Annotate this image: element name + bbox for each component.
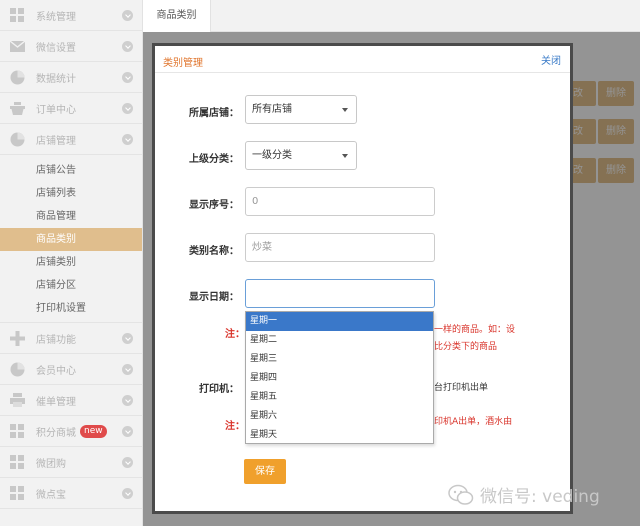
chevron-down-icon [122,333,133,344]
display-order-label: 显示序号： [189,200,239,211]
weekday-option[interactable]: 星期六 [246,407,433,426]
tab-bar: 商品类别 [143,0,640,32]
pie-chart-icon [10,362,25,377]
store-select[interactable]: 所有店铺 [245,95,357,124]
store-submenu: 店铺公告 店铺列表 商品管理 商品类别 店铺类别 店铺分区 打印机设置 [0,155,142,323]
watermark: 微信号: veding [448,482,600,507]
chevron-down-icon [122,10,133,21]
wechat-icon [448,484,474,505]
weekday-option[interactable]: 星期天 [246,426,433,445]
category-name-label: 类别名称： [189,246,239,257]
display-date-input[interactable] [245,279,435,308]
weekday-option[interactable]: 星期三 [246,350,433,369]
chevron-down-icon [122,426,133,437]
note-text-line1: 一样的商品。如：设 [434,325,516,335]
grid-icon [10,7,25,23]
nav-label: 催单管理 [36,396,76,408]
modal-title: 类别管理 [163,58,203,69]
weekday-option[interactable]: 星期四 [246,369,433,388]
parent-category-label: 上级分类： [189,154,239,165]
note-label: 注： [225,329,245,340]
grid-icon [10,485,25,501]
grid-icon [10,423,25,439]
submenu-item[interactable]: 打印机设置 [0,297,142,320]
printer-icon [10,392,25,408]
nav-label: 店铺功能 [36,334,76,346]
modal-header: 类别管理 关闭 [155,46,570,73]
parent-category-select[interactable]: 一级分类 [245,141,357,170]
nav-label: 系统管理 [36,11,76,23]
category-name-input[interactable]: 炒菜 [245,233,435,262]
weekday-dropdown: 星期一 星期二 星期三 星期四 星期五 星期六 星期天 [245,311,434,444]
chevron-down-icon [122,72,133,83]
plus-icon [10,330,25,346]
nav-item-wechat[interactable]: 微信设置 [0,31,142,62]
chevron-down-icon [122,457,133,468]
pie-chart-icon [10,70,25,85]
display-date-label: 显示日期： [189,292,239,303]
nav-label: 微团购 [36,458,66,470]
nav-label: 微点宝 [36,489,66,501]
chevron-down-icon [122,488,133,499]
close-link[interactable]: 关闭 [541,52,561,67]
printer-text: 台打印机出单 [434,383,489,393]
nav-item-points-mall[interactable]: 积分商城 new [0,416,142,447]
display-order-input[interactable]: 0 [245,187,435,216]
nav-item-system[interactable]: 系统管理 [0,0,142,31]
tab-product-category[interactable]: 商品类别 [143,0,211,32]
pie-chart-icon [10,132,25,147]
submenu-item[interactable]: 店铺公告 [0,159,142,182]
new-badge: new [80,424,107,438]
nav-label: 会员中心 [36,365,76,377]
note-label: 注： [225,421,245,432]
submenu-item[interactable]: 店铺分区 [0,274,142,297]
save-button[interactable]: 保存 [244,459,286,484]
submenu-item[interactable]: 商品管理 [0,205,142,228]
nav-item-micro-store[interactable]: 微点宝 [0,478,142,509]
nav-item-store-features[interactable]: 店铺功能 [0,323,142,354]
nav-item-orders[interactable]: 订单中心 [0,93,142,124]
chevron-down-icon [122,41,133,52]
nav-item-members[interactable]: 会员中心 [0,354,142,385]
sidebar: 系统管理 微信设置 数据统计 订单中心 店铺管理 店铺公告 店铺列表 商品管理 … [0,0,143,526]
submenu-item-active[interactable]: 商品类别 [0,228,142,251]
nav-label: 微信设置 [36,42,76,54]
weekday-option[interactable]: 星期五 [246,388,433,407]
submenu-item[interactable]: 店铺类别 [0,251,142,274]
grid-icon [10,454,25,470]
category-modal: 类别管理 关闭 所属店铺： 所有店铺 上级分类： 一级分类 显示序号： 0 类别… [152,43,573,514]
note-text-line2: 比分类下的商品 [434,342,498,352]
nav-label: 店铺管理 [36,135,76,147]
basket-icon [10,101,25,116]
nav-item-stats[interactable]: 数据统计 [0,62,142,93]
envelope-icon [10,39,25,54]
nav-label: 积分商城 [36,427,76,439]
nav-item-store[interactable]: 店铺管理 [0,124,142,155]
nav-item-reminders[interactable]: 催单管理 [0,385,142,416]
nav-label: 订单中心 [36,104,76,116]
store-label: 所属店铺： [189,108,239,119]
weekday-option[interactable]: 星期一 [246,312,433,331]
chevron-down-icon [122,395,133,406]
printer-label: 打印机： [199,384,239,395]
nav-label: 数据统计 [36,73,76,85]
watermark-text: 微信号: veding [480,487,600,507]
weekday-option[interactable]: 星期二 [246,331,433,350]
submenu-item[interactable]: 店铺列表 [0,182,142,205]
nav-item-group-buy[interactable]: 微团购 [0,447,142,478]
chevron-down-icon [122,103,133,114]
chevron-down-icon [122,134,133,145]
note-text: 印机A出单，酒水由 [434,417,513,427]
chevron-down-icon [122,364,133,375]
